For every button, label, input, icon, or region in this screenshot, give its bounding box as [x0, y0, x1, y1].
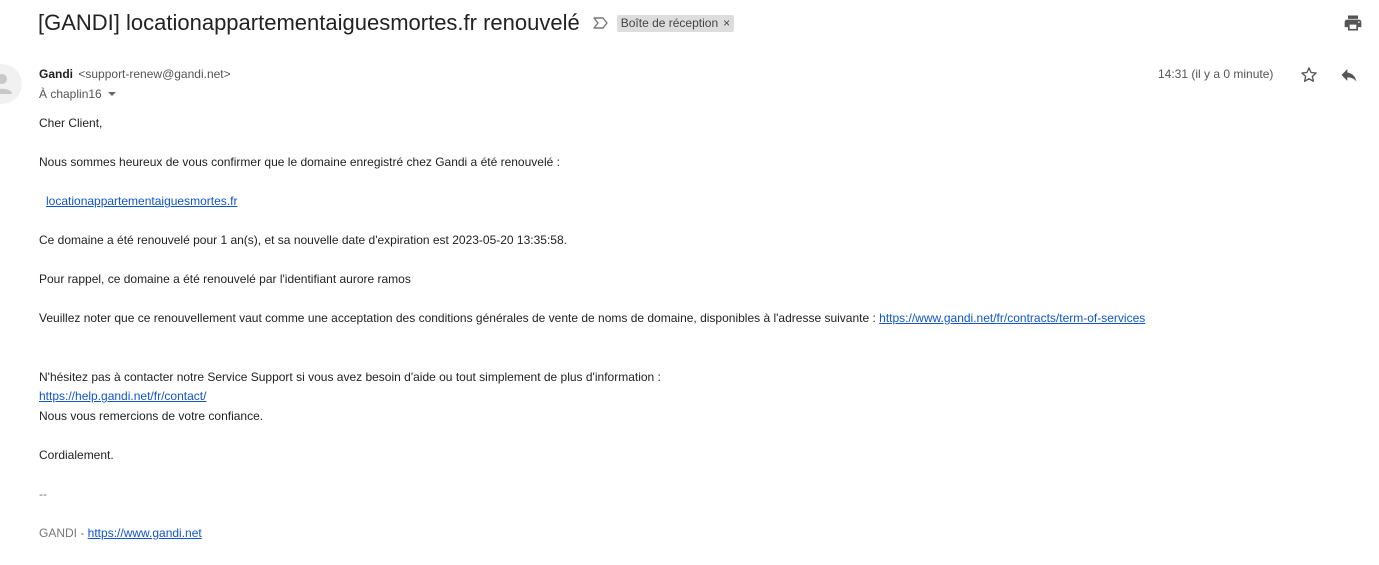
- print-icon[interactable]: [1343, 13, 1363, 33]
- person-icon: [0, 74, 12, 94]
- recipient-text: À chaplin16: [39, 87, 102, 101]
- signature-text: GANDI -: [39, 526, 88, 540]
- chevron-down-icon[interactable]: [107, 92, 116, 96]
- terms-link[interactable]: https://www.gandi.net/fr/contracts/term-…: [879, 311, 1145, 325]
- contact-link[interactable]: https://help.gandi.net/fr/contact/: [39, 389, 206, 403]
- body-contact: N'hésitez pas à contacter notre Service …: [39, 370, 661, 384]
- body-greeting: Cher Client,: [39, 116, 103, 130]
- remove-label-icon[interactable]: ×: [723, 17, 730, 29]
- terms-text: Veuillez noter que ce renouvellement vau…: [39, 311, 880, 325]
- signature: GANDI - https://www.gandi.net: [39, 526, 202, 540]
- sender-avatar[interactable]: [0, 64, 22, 104]
- message-timestamp: 14:31 (il y a 0 minute): [1158, 67, 1274, 81]
- body-closing: Cordialement.: [39, 448, 114, 462]
- important-marker-icon[interactable]: [592, 16, 610, 30]
- signature-separator: --: [39, 487, 47, 501]
- sender-email: <support-renew@gandi.net>: [78, 67, 231, 81]
- body-reminder: Pour rappel, ce domaine a été renouvelé …: [39, 272, 411, 286]
- body-confirm: Nous sommes heureux de vous confirmer qu…: [39, 155, 560, 169]
- body-thanks: Nous vous remercions de votre confiance.: [39, 409, 264, 423]
- inbox-label-text: Boîte de réception: [620, 16, 719, 30]
- body-terms: Veuillez noter que ce renouvellement vau…: [39, 311, 1145, 325]
- email-subject: [GANDI] locationappartementaiguesmortes.…: [38, 10, 580, 35]
- inbox-label-chip[interactable]: Boîte de réception ×: [616, 14, 735, 32]
- reply-icon[interactable]: [1339, 65, 1359, 85]
- star-icon[interactable]: [1299, 65, 1319, 85]
- recipient-line[interactable]: À chaplin16: [39, 87, 116, 101]
- domain-link[interactable]: locationappartementaiguesmortes.fr: [46, 194, 237, 208]
- body-renewal-info: Ce domaine a été renouvelé pour 1 an(s),…: [39, 233, 567, 247]
- email-subject-bar: [GANDI] locationappartementaiguesmortes.…: [38, 9, 735, 37]
- sender-info: Gandi <support-renew@gandi.net>: [39, 67, 231, 81]
- email-view: [GANDI] locationappartementaiguesmortes.…: [0, 0, 1379, 565]
- sender-name[interactable]: Gandi: [39, 67, 73, 81]
- signature-link[interactable]: https://www.gandi.net: [88, 526, 202, 540]
